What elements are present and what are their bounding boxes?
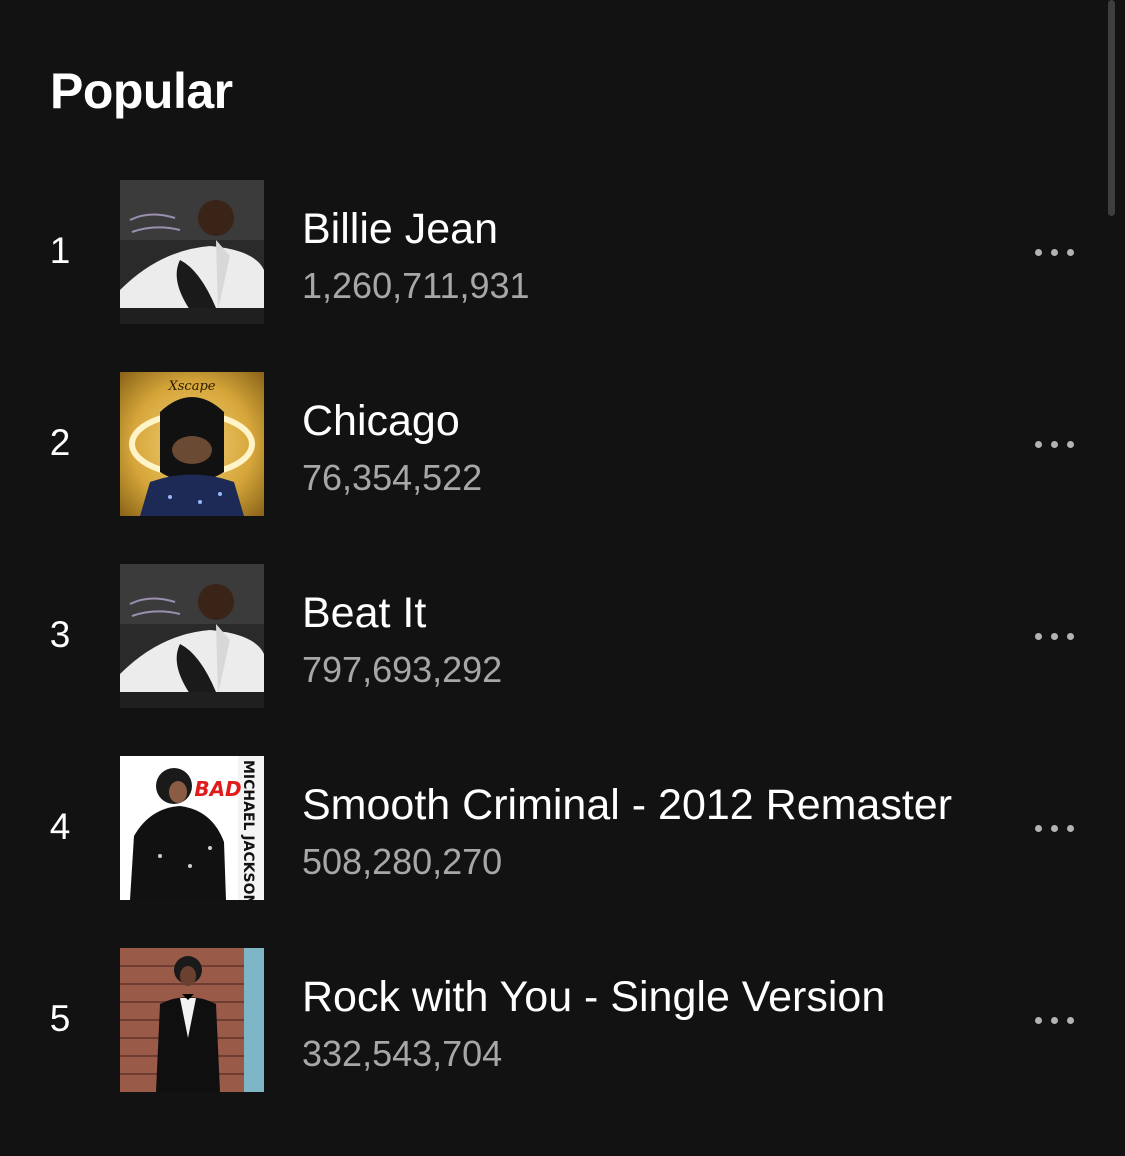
thriller-album-cover	[120, 180, 264, 324]
track-play-count: 332,543,704	[302, 1033, 503, 1074]
popular-track-list: 1 Billie Jean 1,260,711,931 2 Xscape Chi…	[0, 180, 1125, 1140]
track-row[interactable]: 3 Beat It 797,693,292	[0, 564, 1125, 708]
more-options-button[interactable]	[1022, 1000, 1086, 1040]
track-title: Rock with You - Single Version	[302, 973, 886, 1021]
more-options-button[interactable]	[1022, 808, 1086, 848]
track-row[interactable]: 2 Xscape Chicago 76,354,522	[0, 372, 1125, 516]
more-options-button[interactable]	[1022, 616, 1086, 656]
track-play-count: 508,280,270	[302, 841, 503, 882]
track-rank: 2	[49, 422, 71, 463]
more-options-button[interactable]	[1022, 424, 1086, 464]
more-options-icon	[1034, 248, 1042, 256]
more-options-icon	[1034, 632, 1042, 640]
more-options-icon	[1034, 1016, 1042, 1024]
track-title: Beat It	[302, 589, 427, 637]
off-the-wall-album-cover	[120, 948, 264, 1092]
track-title: Chicago	[302, 397, 460, 445]
track-play-count: 76,354,522	[302, 457, 483, 498]
more-options-icon	[1034, 824, 1042, 832]
track-title: Billie Jean	[302, 205, 498, 253]
track-play-count: 797,693,292	[302, 649, 503, 690]
track-row[interactable]: 5 Rock with You - Single Version 332,543…	[0, 948, 1125, 1092]
more-options-button[interactable]	[1022, 232, 1086, 272]
track-row[interactable]: 1 Billie Jean 1,260,711,931	[0, 180, 1125, 324]
bad-album-cover: BAD MICHAEL JACKSON	[120, 756, 264, 900]
track-row[interactable]: 4 BAD MICHAEL JACKSON Smooth Criminal - …	[0, 756, 1125, 900]
cover-text: BAD	[194, 777, 241, 801]
track-title: Smooth Criminal - 2012 Remaster	[302, 781, 953, 829]
xscape-album-cover: Xscape	[120, 372, 264, 516]
track-rank: 1	[49, 230, 71, 271]
cover-text: Xscape	[168, 379, 216, 394]
more-options-icon	[1034, 440, 1042, 448]
track-play-count: 1,260,711,931	[302, 265, 530, 306]
cover-side-text: MICHAEL JACKSON	[240, 760, 256, 900]
track-rank: 4	[49, 806, 71, 847]
track-rank: 3	[49, 614, 71, 655]
section-title: Popular	[50, 63, 233, 119]
thriller-album-cover	[120, 564, 264, 708]
track-rank: 5	[49, 998, 71, 1039]
